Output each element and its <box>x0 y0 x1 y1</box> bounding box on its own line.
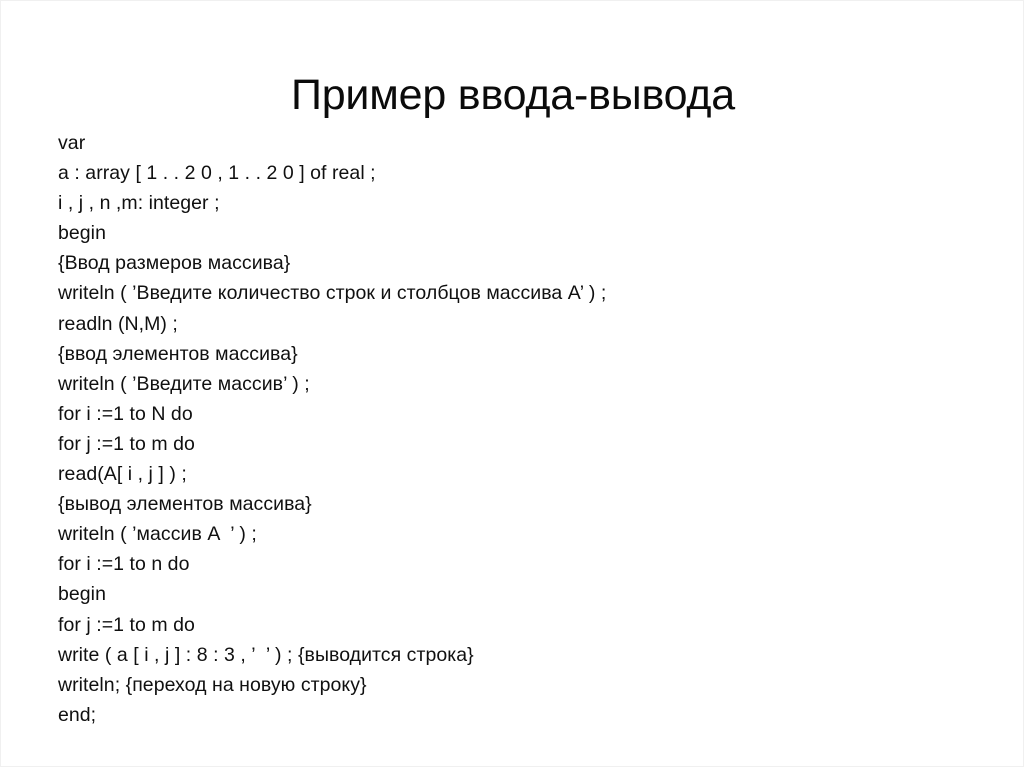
code-line: writeln ( ’массив A ’ ) ; <box>58 523 257 546</box>
code-line: readln (N,M) ; <box>58 312 178 335</box>
code-line: writeln ( ’Введите массив’ ) ; <box>58 372 310 395</box>
code-line: for j :=1 to m do <box>58 613 195 636</box>
code-line: begin <box>58 583 106 606</box>
code-line: write ( a [ i , j ] : 8 : 3 , ’ ’ ) ; {в… <box>58 643 474 666</box>
code-line: for i :=1 to n do <box>58 553 190 576</box>
code-line: {ввод элементов массива} <box>58 342 298 365</box>
slide-canvas: Пример ввода-вывода var a : array [ 1 . … <box>0 0 1024 767</box>
code-line: end; <box>58 703 97 726</box>
code-line: a : array [ 1 . . 2 0 , 1 . . 2 0 ] of r… <box>58 162 376 185</box>
code-line: i , j , n ,m: integer ; <box>58 192 220 215</box>
code-line: {Ввод размеров массива} <box>58 252 291 275</box>
code-line: begin <box>58 222 106 245</box>
code-line: read(A[ i , j ] ) ; <box>58 463 187 486</box>
code-line: writeln; {переход на новую строку} <box>58 673 367 696</box>
code-line: var <box>58 132 86 154</box>
code-line: for i :=1 to N do <box>58 402 193 425</box>
code-listing: var a : array [ 1 . . 2 0 , 1 . . 2 0 ] … <box>58 128 978 730</box>
code-line: {вывод элементов массива} <box>58 493 312 516</box>
code-line: writeln ( ’Введите количество строк и ст… <box>58 282 607 305</box>
page-title: Пример ввода-вывода <box>291 70 735 119</box>
code-line: for j :=1 to m do <box>58 432 195 455</box>
